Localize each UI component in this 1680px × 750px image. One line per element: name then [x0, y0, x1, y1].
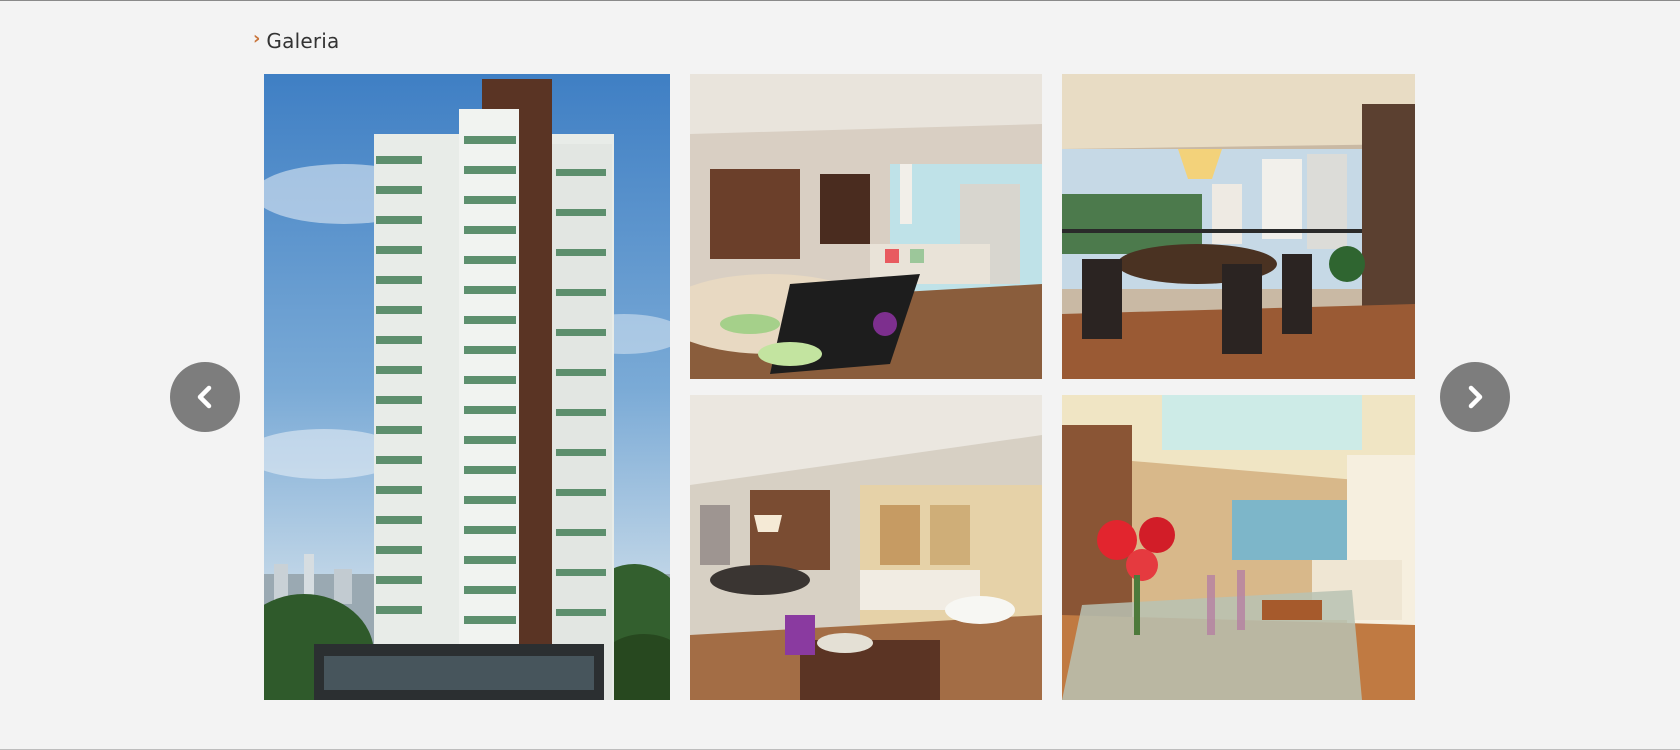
dining-lounge-photo	[690, 395, 1042, 700]
living-room-photo	[690, 74, 1042, 379]
table-setting-photo	[1062, 395, 1415, 700]
building-photo	[264, 74, 670, 700]
gallery-heading: › Galeria	[253, 29, 339, 53]
gallery-photo-dining-lounge[interactable]	[690, 395, 1042, 700]
gallery-next-button[interactable]	[1440, 362, 1510, 432]
dining-balcony-photo	[1062, 74, 1415, 379]
chevron-right-icon: ›	[253, 28, 261, 49]
chevron-left-icon	[197, 385, 212, 409]
gallery-title: Galeria	[266, 29, 340, 53]
gallery-photo-dining-balcony[interactable]	[1062, 74, 1415, 379]
gallery-photo-table-setting[interactable]	[1062, 395, 1415, 700]
gallery-photo-building[interactable]	[264, 74, 670, 700]
chevron-right-icon	[1468, 385, 1483, 409]
gallery-prev-button[interactable]	[170, 362, 240, 432]
gallery-photo-living-room[interactable]	[690, 74, 1042, 379]
